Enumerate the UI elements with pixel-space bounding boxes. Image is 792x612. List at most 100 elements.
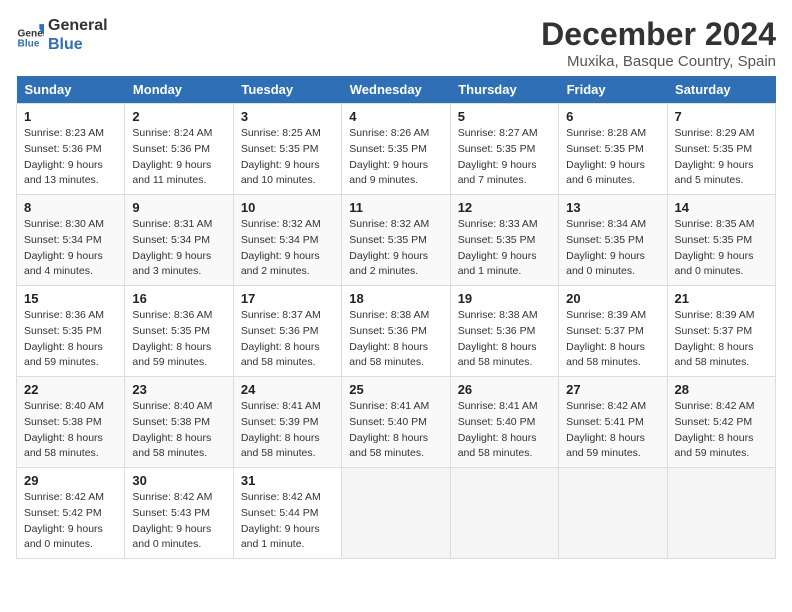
day-detail: Sunrise: 8:42 AMSunset: 5:44 PMDaylight:… [241,491,321,550]
day-detail: Sunrise: 8:31 AMSunset: 5:34 PMDaylight:… [132,218,212,277]
day-number: 5 [458,109,551,124]
day-detail: Sunrise: 8:40 AMSunset: 5:38 PMDaylight:… [132,400,212,459]
day-number: 4 [349,109,442,124]
calendar-cell-day-26: 26 Sunrise: 8:41 AMSunset: 5:40 PMDaylig… [450,377,558,468]
day-detail: Sunrise: 8:33 AMSunset: 5:35 PMDaylight:… [458,218,538,277]
calendar-cell-day-28: 28 Sunrise: 8:42 AMSunset: 5:42 PMDaylig… [667,377,775,468]
day-detail: Sunrise: 8:37 AMSunset: 5:36 PMDaylight:… [241,309,321,368]
svg-text:Blue: Blue [18,39,40,49]
day-number: 10 [241,200,334,215]
day-detail: Sunrise: 8:40 AMSunset: 5:38 PMDaylight:… [24,400,104,459]
calendar-cell-day-19: 19 Sunrise: 8:38 AMSunset: 5:36 PMDaylig… [450,286,558,377]
calendar-header: SundayMondayTuesdayWednesdayThursdayFrid… [17,76,776,104]
calendar-header-thursday: Thursday [450,76,558,104]
day-number: 11 [349,200,442,215]
calendar-header-friday: Friday [559,76,667,104]
day-number: 29 [24,473,117,488]
calendar-cell-day-22: 22 Sunrise: 8:40 AMSunset: 5:38 PMDaylig… [17,377,125,468]
logo-line2: Blue [48,35,108,54]
calendar-body: 1 Sunrise: 8:23 AMSunset: 5:36 PMDayligh… [17,104,776,559]
day-detail: Sunrise: 8:39 AMSunset: 5:37 PMDaylight:… [566,309,646,368]
day-number: 1 [24,109,117,124]
calendar-week-2: 8 Sunrise: 8:30 AMSunset: 5:34 PMDayligh… [17,195,776,286]
calendar-cell-day-2: 2 Sunrise: 8:24 AMSunset: 5:36 PMDayligh… [125,104,233,195]
day-detail: Sunrise: 8:36 AMSunset: 5:35 PMDaylight:… [132,309,212,368]
calendar-cell-day-21: 21 Sunrise: 8:39 AMSunset: 5:37 PMDaylig… [667,286,775,377]
day-number: 22 [24,382,117,397]
day-detail: Sunrise: 8:23 AMSunset: 5:36 PMDaylight:… [24,127,104,186]
day-number: 15 [24,291,117,306]
calendar-header-sunday: Sunday [17,76,125,104]
calendar-cell-day-13: 13 Sunrise: 8:34 AMSunset: 5:35 PMDaylig… [559,195,667,286]
day-detail: Sunrise: 8:29 AMSunset: 5:35 PMDaylight:… [675,127,755,186]
day-detail: Sunrise: 8:42 AMSunset: 5:43 PMDaylight:… [132,491,212,550]
calendar-cell-empty [559,468,667,559]
day-number: 9 [132,200,225,215]
day-detail: Sunrise: 8:24 AMSunset: 5:36 PMDaylight:… [132,127,212,186]
day-detail: Sunrise: 8:35 AMSunset: 5:35 PMDaylight:… [675,218,755,277]
day-detail: Sunrise: 8:41 AMSunset: 5:40 PMDaylight:… [458,400,538,459]
calendar-week-5: 29 Sunrise: 8:42 AMSunset: 5:42 PMDaylig… [17,468,776,559]
day-number: 31 [241,473,334,488]
calendar-cell-day-11: 11 Sunrise: 8:32 AMSunset: 5:35 PMDaylig… [342,195,450,286]
calendar-cell-day-12: 12 Sunrise: 8:33 AMSunset: 5:35 PMDaylig… [450,195,558,286]
day-detail: Sunrise: 8:34 AMSunset: 5:35 PMDaylight:… [566,218,646,277]
calendar-cell-empty [450,468,558,559]
logo-icon: General Blue [16,21,44,49]
day-number: 18 [349,291,442,306]
calendar-header-wednesday: Wednesday [342,76,450,104]
calendar-cell-day-5: 5 Sunrise: 8:27 AMSunset: 5:35 PMDayligh… [450,104,558,195]
day-number: 8 [24,200,117,215]
calendar-week-4: 22 Sunrise: 8:40 AMSunset: 5:38 PMDaylig… [17,377,776,468]
day-number: 24 [241,382,334,397]
day-detail: Sunrise: 8:39 AMSunset: 5:37 PMDaylight:… [675,309,755,368]
month-title: December 2024 [541,16,776,53]
calendar-cell-day-14: 14 Sunrise: 8:35 AMSunset: 5:35 PMDaylig… [667,195,775,286]
calendar-cell-day-4: 4 Sunrise: 8:26 AMSunset: 5:35 PMDayligh… [342,104,450,195]
day-number: 26 [458,382,551,397]
calendar-header-monday: Monday [125,76,233,104]
calendar-cell-day-15: 15 Sunrise: 8:36 AMSunset: 5:35 PMDaylig… [17,286,125,377]
day-number: 3 [241,109,334,124]
calendar-cell-day-18: 18 Sunrise: 8:38 AMSunset: 5:36 PMDaylig… [342,286,450,377]
calendar-week-3: 15 Sunrise: 8:36 AMSunset: 5:35 PMDaylig… [17,286,776,377]
day-detail: Sunrise: 8:25 AMSunset: 5:35 PMDaylight:… [241,127,321,186]
calendar-header-saturday: Saturday [667,76,775,104]
calendar-cell-day-10: 10 Sunrise: 8:32 AMSunset: 5:34 PMDaylig… [233,195,341,286]
day-detail: Sunrise: 8:30 AMSunset: 5:34 PMDaylight:… [24,218,104,277]
day-number: 23 [132,382,225,397]
day-detail: Sunrise: 8:38 AMSunset: 5:36 PMDaylight:… [349,309,429,368]
calendar-cell-day-23: 23 Sunrise: 8:40 AMSunset: 5:38 PMDaylig… [125,377,233,468]
day-detail: Sunrise: 8:42 AMSunset: 5:42 PMDaylight:… [24,491,104,550]
calendar-cell-day-3: 3 Sunrise: 8:25 AMSunset: 5:35 PMDayligh… [233,104,341,195]
day-detail: Sunrise: 8:26 AMSunset: 5:35 PMDaylight:… [349,127,429,186]
calendar-cell-day-7: 7 Sunrise: 8:29 AMSunset: 5:35 PMDayligh… [667,104,775,195]
calendar-cell-day-30: 30 Sunrise: 8:42 AMSunset: 5:43 PMDaylig… [125,468,233,559]
day-number: 16 [132,291,225,306]
day-number: 19 [458,291,551,306]
day-number: 25 [349,382,442,397]
page-header: General Blue General Blue December 2024 … [16,16,776,70]
logo: General Blue General Blue [16,16,108,54]
day-number: 13 [566,200,659,215]
calendar-cell-day-1: 1 Sunrise: 8:23 AMSunset: 5:36 PMDayligh… [17,104,125,195]
calendar-cell-day-6: 6 Sunrise: 8:28 AMSunset: 5:35 PMDayligh… [559,104,667,195]
day-number: 6 [566,109,659,124]
calendar-cell-day-8: 8 Sunrise: 8:30 AMSunset: 5:34 PMDayligh… [17,195,125,286]
day-number: 21 [675,291,768,306]
calendar-cell-day-16: 16 Sunrise: 8:36 AMSunset: 5:35 PMDaylig… [125,286,233,377]
calendar-cell-day-20: 20 Sunrise: 8:39 AMSunset: 5:37 PMDaylig… [559,286,667,377]
day-number: 2 [132,109,225,124]
day-detail: Sunrise: 8:38 AMSunset: 5:36 PMDaylight:… [458,309,538,368]
day-detail: Sunrise: 8:27 AMSunset: 5:35 PMDaylight:… [458,127,538,186]
day-number: 28 [675,382,768,397]
day-number: 27 [566,382,659,397]
calendar-cell-day-25: 25 Sunrise: 8:41 AMSunset: 5:40 PMDaylig… [342,377,450,468]
calendar-cell-day-29: 29 Sunrise: 8:42 AMSunset: 5:42 PMDaylig… [17,468,125,559]
calendar-cell-empty [667,468,775,559]
day-detail: Sunrise: 8:32 AMSunset: 5:35 PMDaylight:… [349,218,429,277]
day-number: 7 [675,109,768,124]
calendar-header-tuesday: Tuesday [233,76,341,104]
calendar-cell-day-24: 24 Sunrise: 8:41 AMSunset: 5:39 PMDaylig… [233,377,341,468]
day-number: 17 [241,291,334,306]
